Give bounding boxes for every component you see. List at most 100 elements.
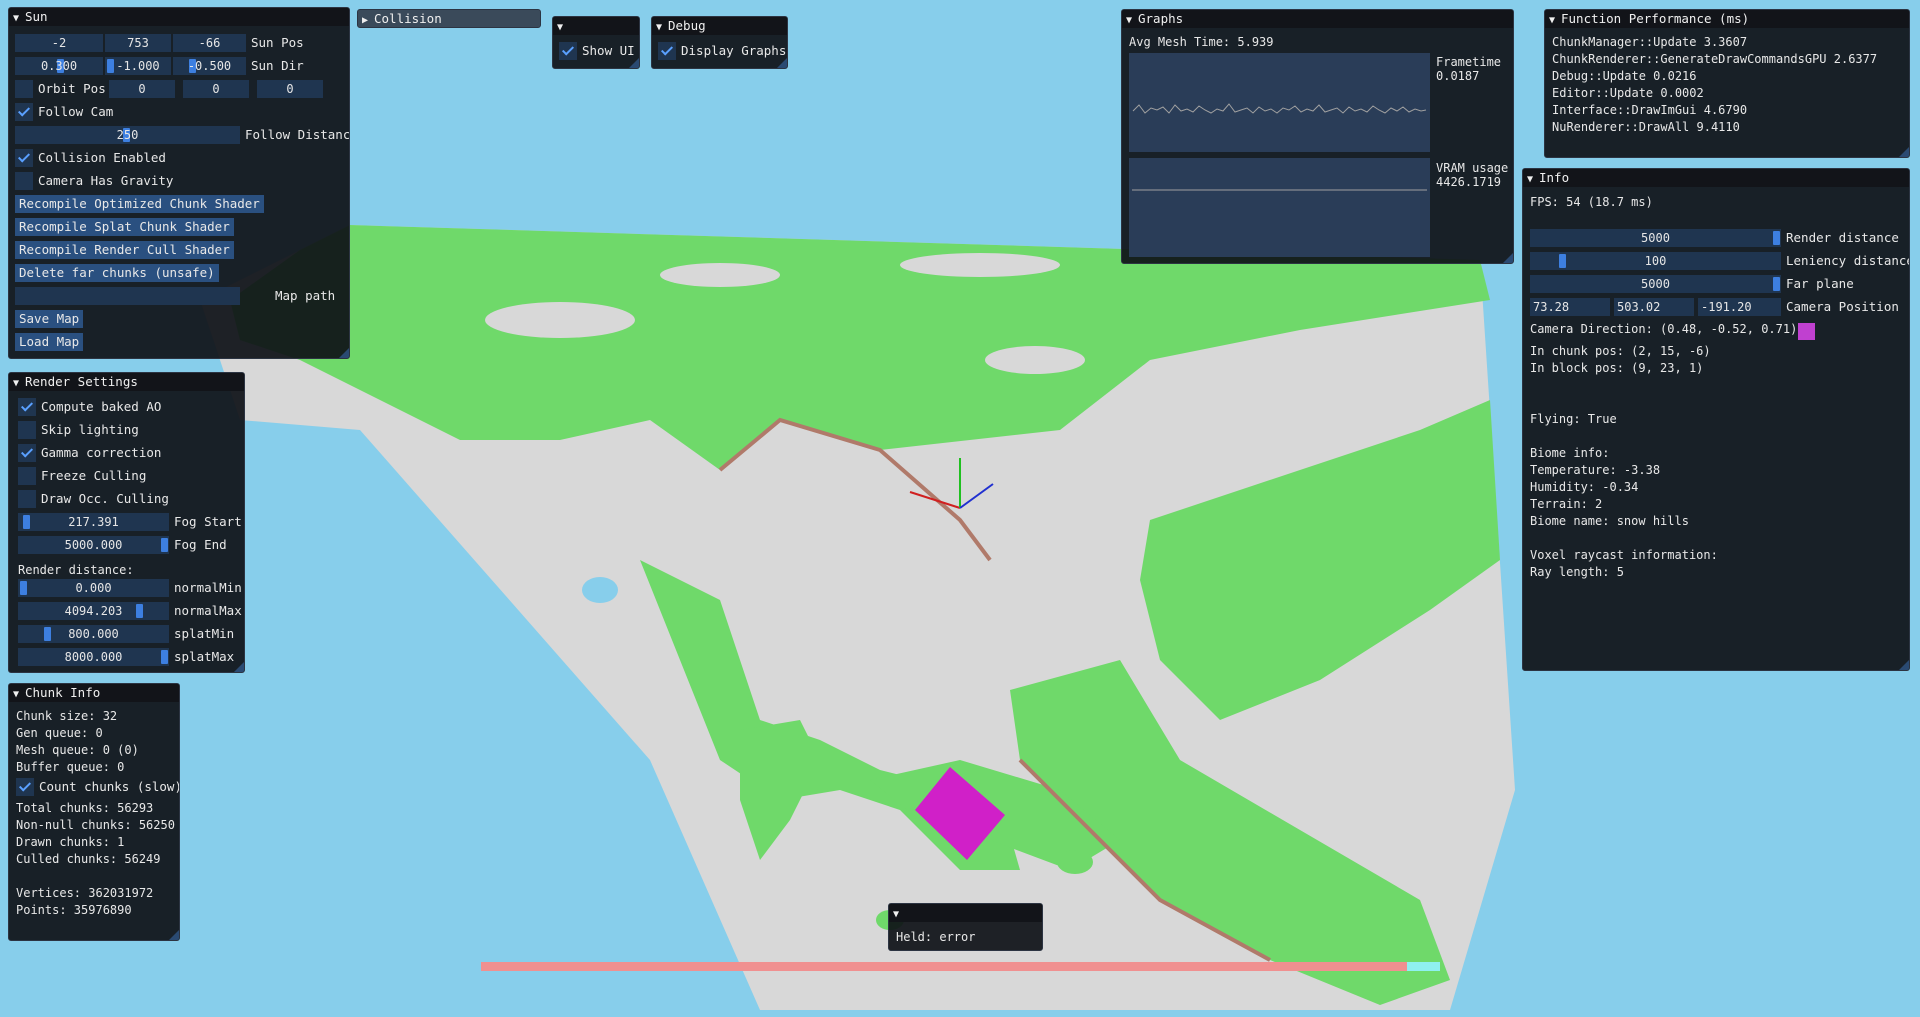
collision-title-bar[interactable]: ▶ Collision [358, 10, 540, 27]
held-item-window[interactable]: ▼ Held: error [888, 903, 1043, 951]
debug-title-bar[interactable]: ▼ Debug [652, 17, 787, 35]
sun-dir-y-slider[interactable]: -1.000 [105, 57, 171, 75]
info-line: Voxel raycast information: [1530, 548, 1718, 562]
collision-enabled-checkbox[interactable] [15, 149, 33, 167]
draw-occ-culling-checkbox[interactable] [18, 490, 36, 508]
render-settings-title-bar[interactable]: ▼ Render Settings [9, 373, 244, 391]
orbit-y-input[interactable]: 0 [183, 80, 249, 98]
slider-grab[interactable] [1773, 231, 1780, 245]
sun-pos-x-input[interactable]: -2 [15, 34, 103, 52]
slider-grab[interactable] [44, 627, 51, 641]
delete-far-chunks-button[interactable]: Delete far chunks (unsafe) [15, 264, 219, 282]
vram-plot [1129, 158, 1430, 257]
collapse-arrow-icon[interactable]: ▼ [13, 10, 25, 26]
orbit-z-input[interactable]: 0 [257, 80, 323, 98]
slider-grab[interactable] [136, 604, 143, 618]
fog-start-slider[interactable]: 217.391 [18, 513, 169, 531]
sun-title-bar[interactable]: ▼ Sun [9, 8, 349, 26]
total-chunks: Total chunks: 56293 [16, 801, 154, 815]
info-line: In chunk pos: (2, 15, -6) [1530, 344, 1711, 358]
recompile-cull-shader-button[interactable]: Recompile Render Cull Shader [15, 241, 234, 259]
collapse-arrow-icon[interactable]: ▼ [1126, 12, 1138, 28]
freeze-culling-checkbox[interactable] [18, 467, 36, 485]
display-graphs-label: Display Graphs [681, 43, 787, 58]
slider-grab[interactable] [23, 515, 30, 529]
resize-grip[interactable] [234, 662, 244, 672]
collapse-arrow-icon[interactable]: ▼ [1549, 12, 1561, 28]
resize-grip[interactable] [169, 930, 179, 940]
function-performance-window[interactable]: ▼ Function Performance (ms) ChunkManager:… [1544, 9, 1910, 158]
sun-pos-z-input[interactable]: -66 [173, 34, 246, 52]
held-title-bar[interactable]: ▼ [889, 904, 1042, 922]
compute-ao-checkbox[interactable] [18, 398, 36, 416]
resize-grip[interactable] [339, 348, 349, 358]
render-distance-label: Render distance [1786, 230, 1899, 245]
follow-distance-slider[interactable]: 250 [15, 126, 240, 144]
normal-min-slider[interactable]: 0.000 [18, 579, 169, 597]
camera-pos-z-input[interactable]: -191.20 [1698, 298, 1781, 316]
orbit-pos-checkbox[interactable] [15, 80, 33, 98]
render-settings-window[interactable]: ▼ Render Settings Compute baked AO Skip l… [8, 372, 245, 673]
recompile-splat-shader-button[interactable]: Recompile Splat Chunk Shader [15, 218, 234, 236]
slider-grab[interactable] [161, 538, 168, 552]
perf-row: ChunkManager::Update 3.3607 [1552, 35, 1748, 49]
leniency-distance-slider[interactable]: 100 [1530, 252, 1781, 270]
recompile-optimized-shader-button[interactable]: Recompile Optimized Chunk Shader [15, 195, 264, 213]
load-map-button[interactable]: Load Map [15, 333, 84, 351]
graphs-window[interactable]: ▼ Graphs Avg Mesh Time: 5.939 Frametime 0… [1121, 9, 1514, 264]
info-window[interactable]: ▼ Info FPS: 54 (18.7 ms) 5000 Render dist… [1522, 168, 1910, 671]
splat-max-slider[interactable]: 8000.000 [18, 648, 169, 666]
resize-grip[interactable] [1899, 147, 1909, 157]
expand-arrow-icon[interactable]: ▶ [362, 12, 374, 27]
collapse-arrow-icon[interactable]: ▼ [656, 19, 668, 35]
slider-grab[interactable] [1773, 277, 1780, 291]
resize-grip[interactable] [1503, 253, 1513, 263]
render-distance-slider[interactable]: 5000 [1530, 229, 1781, 247]
orbit-x-input[interactable]: 0 [109, 80, 175, 98]
collision-enabled-label: Collision Enabled [38, 150, 166, 165]
buffer-queue: Buffer queue: 0 [16, 760, 125, 774]
map-path-input[interactable] [15, 287, 240, 305]
debug-window[interactable]: ▼ Debug Display Graphs [651, 16, 788, 69]
normal-max-slider[interactable]: 4094.203 [18, 602, 169, 620]
slider-grab[interactable] [107, 59, 114, 73]
splat-min-slider[interactable]: 800.000 [18, 625, 169, 643]
info-title-bar[interactable]: ▼ Info [1523, 169, 1909, 187]
chunk-info-window[interactable]: ▼ Chunk Info Chunk size: 32 Gen queue: 0 … [8, 683, 180, 941]
collapse-arrow-icon[interactable]: ▼ [13, 375, 25, 391]
collapse-arrow-icon[interactable]: ▼ [1527, 171, 1539, 187]
resize-grip[interactable] [1899, 660, 1909, 670]
chunk-info-title-bar[interactable]: ▼ Chunk Info [9, 684, 179, 702]
camera-gravity-checkbox[interactable] [15, 172, 33, 190]
count-chunks-checkbox[interactable] [16, 778, 34, 796]
slider-grab[interactable] [20, 581, 27, 595]
resize-grip[interactable] [629, 58, 639, 68]
ui-toggle-window[interactable]: ▼ Show UI [552, 16, 640, 69]
ui-toggle-title-bar[interactable]: ▼ [553, 17, 639, 35]
collapse-arrow-icon[interactable]: ▼ [13, 686, 25, 702]
collapse-arrow-icon[interactable]: ▼ [557, 19, 569, 35]
collapse-arrow-icon[interactable]: ▼ [893, 906, 905, 922]
perf-title-bar[interactable]: ▼ Function Performance (ms) [1545, 10, 1909, 28]
camera-pos-y-input[interactable]: 503.02 [1614, 298, 1694, 316]
slider-grab[interactable] [161, 650, 168, 664]
fog-start-label: Fog Start [174, 514, 242, 529]
graphs-title-bar[interactable]: ▼ Graphs [1122, 10, 1513, 28]
skip-lighting-checkbox[interactable] [18, 421, 36, 439]
sun-window[interactable]: ▼ Sun -2 753 -66 Sun Pos 0.300 -1.000 -0.… [8, 7, 350, 359]
far-plane-slider[interactable]: 5000 [1530, 275, 1781, 293]
slider-grab[interactable] [1559, 254, 1566, 268]
collision-window[interactable]: ▶ Collision [357, 9, 541, 28]
save-map-button[interactable]: Save Map [15, 310, 84, 328]
show-ui-checkbox[interactable] [559, 42, 577, 60]
resize-grip[interactable] [777, 58, 787, 68]
sun-pos-y-input[interactable]: 753 [105, 34, 171, 52]
camera-pos-x-input[interactable]: 73.28 [1530, 298, 1610, 316]
gamma-correction-checkbox[interactable] [18, 444, 36, 462]
sun-dir-x-slider[interactable]: 0.300 [15, 57, 103, 75]
follow-cam-checkbox[interactable] [15, 103, 33, 121]
display-graphs-checkbox[interactable] [658, 42, 676, 60]
fog-end-slider[interactable]: 5000.000 [18, 536, 169, 554]
camera-color-swatch[interactable] [1798, 323, 1815, 340]
sun-dir-z-slider[interactable]: -0.500 [173, 57, 246, 75]
